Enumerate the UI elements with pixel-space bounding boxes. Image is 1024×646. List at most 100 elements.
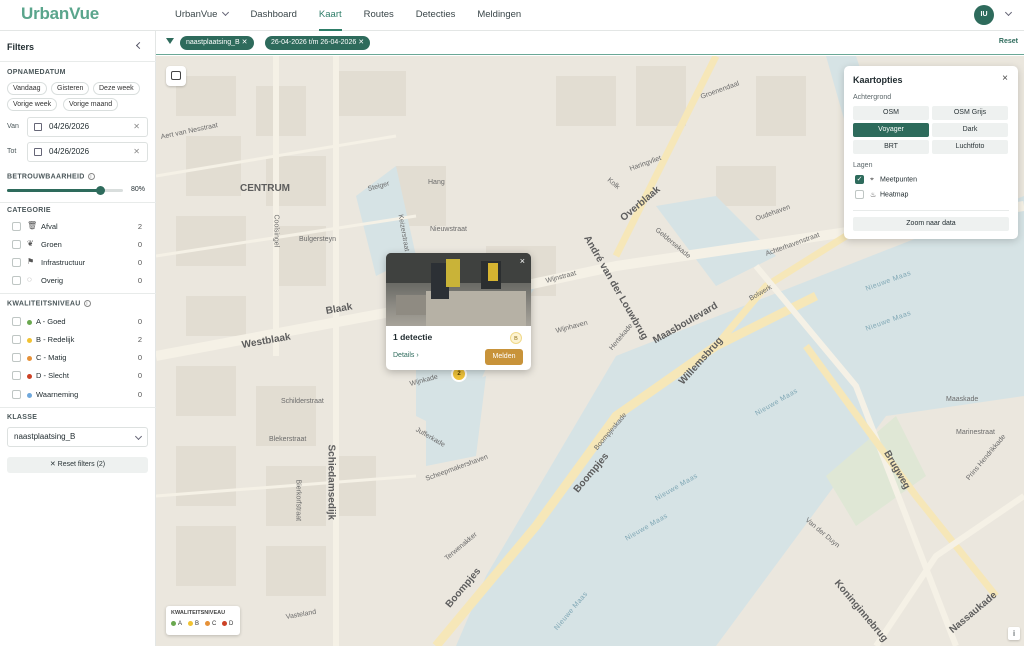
legend-label: D <box>229 621 234 628</box>
melden-button[interactable]: Melden <box>485 349 523 365</box>
chip-vorige-maand[interactable]: Vorige maand <box>63 98 119 111</box>
kwaliteit-label: Waarneming <box>36 390 79 399</box>
clear-van-icon[interactable]: ✕ <box>133 118 140 136</box>
remove-tag-icon[interactable]: ✕ <box>242 39 248 46</box>
kwaliteit-dot <box>27 320 32 325</box>
map-label: Bulgersteyn <box>299 236 336 243</box>
workspace-switcher[interactable]: UrbanVue <box>175 0 230 31</box>
layer-label: Meetpunten <box>880 176 917 184</box>
reset-filters-label: Reset filters (2) <box>57 461 106 468</box>
checkbox[interactable] <box>12 335 21 344</box>
map-attribution-info-button[interactable]: i <box>1008 627 1020 640</box>
filter-tag-date[interactable]: 26-04-2026 t/m 26-04-2026 ✕ <box>265 36 371 50</box>
checkbox[interactable] <box>12 258 21 267</box>
kwaliteit-waarneming[interactable]: Waarneming 0 <box>12 388 148 402</box>
details-link[interactable]: Details › <box>393 352 419 359</box>
clear-tot-icon[interactable]: ✕ <box>133 143 140 161</box>
reset-filters-button[interactable]: ✕ Reset filters (2) <box>7 457 148 473</box>
kwaliteit-dot <box>27 338 32 343</box>
info-icon[interactable]: i <box>87 173 95 180</box>
account-chevron-icon[interactable] <box>1004 8 1013 17</box>
map-label: CENTRUM <box>240 183 290 194</box>
bg-dark[interactable]: Dark <box>932 123 1008 137</box>
klasse-value: naastplaatsing_B <box>14 432 76 441</box>
map-legend: KWALITEITSNIVEAU A B C D <box>166 606 240 635</box>
detection-photo[interactable]: × <box>386 253 531 326</box>
betrouwbaarheid-heading: BETROUWBAARHEID i <box>7 173 95 180</box>
categorie-infrastructuur[interactable]: ⚑ Infrastructuur 0 <box>12 256 148 270</box>
workspace-label: UrbanVue <box>175 9 218 20</box>
van-date-input[interactable]: 04/26/2026 ✕ <box>27 117 148 137</box>
bg-voyager[interactable]: Voyager <box>853 123 929 137</box>
nav-dashboard[interactable]: Dashboard <box>250 0 296 31</box>
kwaliteit-b[interactable]: B - Redelijk 2 <box>12 333 148 347</box>
kwaliteit-c[interactable]: C - Matig 0 <box>12 351 148 365</box>
map-lock-button[interactable] <box>166 66 186 86</box>
kwaliteit-label: A - Goed <box>36 317 66 326</box>
betrouwbaarheid-value: 80% <box>131 186 146 193</box>
checkbox[interactable] <box>12 371 21 380</box>
checkbox[interactable] <box>12 276 21 285</box>
reset-link[interactable]: Reset <box>999 38 1018 45</box>
kwaliteitsniveau-label: KWALITEITSNIVEAU <box>7 300 81 308</box>
nav-kaart[interactable]: Kaart <box>318 0 342 31</box>
layer-meetpunten[interactable]: ✓ ⌖ Meetpunten <box>855 175 917 184</box>
app-logo[interactable]: UrbanVue <box>21 4 99 24</box>
checkbox[interactable] <box>12 222 21 231</box>
layer-checkbox[interactable]: ✓ <box>855 175 864 184</box>
tot-date-input[interactable]: 04/26/2026 ✕ <box>27 142 148 162</box>
kwaliteit-count: 0 <box>137 371 142 380</box>
kwaliteit-a[interactable]: A - Goed 0 <box>12 315 148 329</box>
close-kaartopties-icon[interactable]: × <box>1002 73 1008 84</box>
zoom-naar-data-button[interactable]: Zoom naar data <box>853 217 1009 231</box>
checkbox[interactable] <box>12 353 21 362</box>
categorie-label: Groen <box>41 240 62 249</box>
divider <box>0 293 156 294</box>
categorie-afval[interactable]: 🗑 Afval 2 <box>12 220 148 234</box>
bg-osm[interactable]: OSM <box>853 106 929 120</box>
categorie-count: 0 <box>137 258 142 267</box>
close-popup-icon[interactable]: × <box>520 256 525 266</box>
slider-handle[interactable] <box>95 186 105 195</box>
layer-heatmap[interactable]: ♨ Heatmap <box>855 190 908 199</box>
chip-gisteren[interactable]: Gisteren <box>51 82 90 95</box>
layer-checkbox[interactable] <box>855 190 864 199</box>
chevron-down-icon <box>134 432 143 441</box>
flame-icon: ♨ <box>870 191 877 199</box>
chevron-down-icon <box>222 8 230 17</box>
chip-deze-week[interactable]: Deze week <box>93 82 140 95</box>
chip-vandaag[interactable]: Vandaag <box>7 82 47 95</box>
kwaliteit-d[interactable]: D - Slecht 0 <box>12 369 148 383</box>
nav-routes[interactable]: Routes <box>364 0 394 31</box>
betrouwbaarheid-label: BETROUWBAARHEID <box>7 173 85 181</box>
bg-luchtfoto[interactable]: Luchtfoto <box>932 140 1008 154</box>
kaartopties-panel: Kaartopties × Achtergrond OSM OSM Grijs … <box>844 66 1018 239</box>
info-icon[interactable]: i <box>83 300 91 307</box>
user-avatar[interactable]: IU <box>974 5 994 25</box>
remove-tag-icon[interactable]: ✕ <box>358 39 364 46</box>
map-label: Blekerstraat <box>269 436 307 443</box>
kwaliteit-count: 0 <box>137 390 142 399</box>
kwaliteit-count: 0 <box>137 353 142 362</box>
betrouwbaarheid-slider[interactable] <box>7 186 123 195</box>
collapse-sidebar-icon[interactable] <box>135 41 144 50</box>
categorie-count: 0 <box>137 276 142 285</box>
klasse-select[interactable]: naastplaatsing_B <box>7 427 148 447</box>
categorie-overig[interactable]: ◌ Overig 0 <box>12 274 148 288</box>
checkbox[interactable] <box>12 390 21 399</box>
nav-detecties[interactable]: Detecties <box>416 0 456 31</box>
chip-vorige-week[interactable]: Vorige week <box>7 98 58 111</box>
klasse-heading: KLASSE <box>7 414 38 421</box>
kwaliteitsniveau-heading: KWALITEITSNIVEAU i <box>7 300 91 307</box>
checkbox[interactable] <box>12 317 21 326</box>
filter-tag-klasse[interactable]: naastplaatsing_B ✕ <box>180 36 254 50</box>
layer-label: Heatmap <box>880 191 909 199</box>
main-nav: UrbanVue Dashboard Kaart Routes Detectie… <box>175 0 543 31</box>
categorie-groen[interactable]: ❦ Groen 0 <box>12 238 148 252</box>
bg-brt[interactable]: BRT <box>853 140 929 154</box>
opnamedatum-heading: OPNAMEDATUM <box>7 69 66 76</box>
bg-osm-grijs[interactable]: OSM Grijs <box>932 106 1008 120</box>
tot-date-value: 04/26/2026 <box>49 147 90 156</box>
checkbox[interactable] <box>12 240 21 249</box>
nav-meldingen[interactable]: Meldingen <box>477 0 521 31</box>
